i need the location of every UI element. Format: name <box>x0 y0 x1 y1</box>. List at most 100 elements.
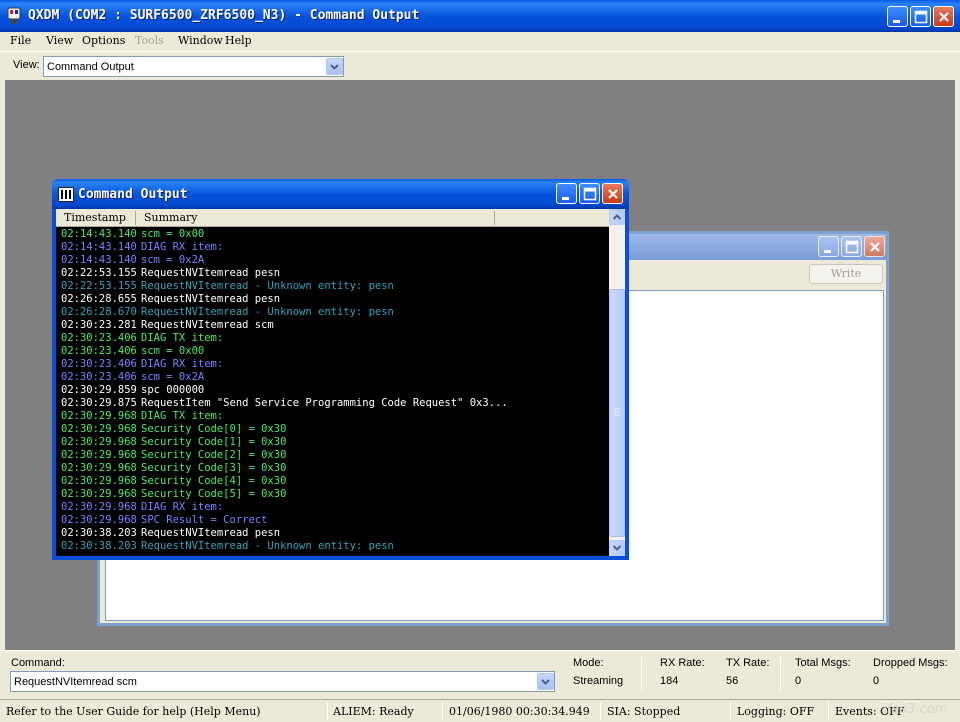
grip-icon <box>614 408 620 416</box>
scroll-thumb[interactable] <box>609 289 625 537</box>
log-summary: RequestNVItemread pesn <box>141 267 281 279</box>
log-timestamp: 02:30:29.968 <box>61 436 137 448</box>
nv-maximize-button[interactable] <box>841 236 862 257</box>
view-select[interactable]: Command Output <box>43 56 344 77</box>
log-summary: DIAG TX item: <box>141 332 224 344</box>
log-summary: RequestNVItemread pesn <box>141 527 281 539</box>
log-summary: DIAG RX item: <box>141 358 224 370</box>
log-row[interactable]: 02:30:29.968 Security Code[5] = 0x30 <box>61 488 286 501</box>
log-summary: scm = 0x2A <box>141 254 205 266</box>
log-row[interactable]: 02:30:29.968 DIAG RX item: <box>61 501 223 514</box>
menu-tools[interactable]: Tools <box>135 34 164 47</box>
title-bar[interactable]: QXDM (COM2 : SURF6500_ZRF6500_N3) - Comm… <box>0 0 960 32</box>
log-timestamp: 02:26:28.670 <box>61 306 137 318</box>
mode-label: Mode: <box>573 657 604 669</box>
command-input-value: RequestNVItemread scm <box>14 676 137 688</box>
log-timestamp: 02:26:28.655 <box>61 293 137 305</box>
log-row[interactable]: 02:22:53.155 RequestNVItemread pesn <box>61 267 280 280</box>
log-row[interactable]: 02:30:29.859 spc 000000 <box>61 384 204 397</box>
log-timestamp: 02:30:23.406 <box>61 345 137 357</box>
close-icon <box>608 189 618 199</box>
watermark: ifeo3.com <box>883 702 948 717</box>
log-timestamp: 02:30:29.968 <box>61 514 137 526</box>
nv-minimize-button[interactable] <box>818 236 839 257</box>
log-row[interactable]: 02:30:29.875 RequestItem "Send Service Pr… <box>61 397 508 410</box>
log-row[interactable]: 02:30:38.203 RequestNVItemread pesn <box>61 527 280 540</box>
write-button[interactable]: Write <box>809 264 883 284</box>
command-output-list[interactable]: Timestamp Summary 02:14:43.140 scm = 0x00… <box>56 209 625 556</box>
log-timestamp: 02:22:53.155 <box>61 267 137 279</box>
log-timestamp: 02:30:29.968 <box>61 423 137 435</box>
command-dropdown-button[interactable] <box>537 673 554 690</box>
log-row[interactable]: 02:30:29.968 Security Code[2] = 0x30 <box>61 449 286 462</box>
menu-file[interactable]: File <box>10 34 31 47</box>
vertical-scrollbar[interactable] <box>609 209 625 556</box>
log-row[interactable]: 02:14:43.140 scm = 0x2A <box>61 254 204 267</box>
view-dropdown-button[interactable] <box>326 58 343 75</box>
log-timestamp: 02:30:29.968 <box>61 501 137 513</box>
maximize-button[interactable] <box>910 6 931 27</box>
total-msgs-label: Total Msgs: <box>795 657 851 669</box>
menu-options[interactable]: Options <box>82 34 125 47</box>
log-row[interactable]: 02:30:23.406 scm = 0x00 <box>61 345 204 358</box>
status-help-text: Refer to the User Guide for help (Help M… <box>6 705 261 718</box>
log-row[interactable]: 02:30:23.406 DIAG RX item: <box>61 358 223 371</box>
minimize-icon <box>893 20 900 23</box>
log-row[interactable]: 02:30:29.968 Security Code[0] = 0x30 <box>61 423 286 436</box>
log-row[interactable]: 02:30:23.281 RequestNVItemread scm <box>61 319 274 332</box>
command-output-icon <box>58 187 74 202</box>
log-timestamp: 02:30:23.406 <box>61 371 137 383</box>
log-row[interactable]: 02:30:29.968 Security Code[3] = 0x30 <box>61 462 286 475</box>
scroll-up-button[interactable] <box>609 209 625 225</box>
command-output-window[interactable]: Command Output Timestamp Summary 02:14:4… <box>52 179 629 560</box>
log-summary: DIAG RX item: <box>141 501 224 513</box>
log-summary: RequestNVItemread scm <box>141 319 274 331</box>
minimize-icon <box>824 250 831 253</box>
log-timestamp: 02:30:23.406 <box>61 332 137 344</box>
nv-close-button[interactable] <box>864 236 885 257</box>
log-summary: Security Code[4] = 0x30 <box>141 475 287 487</box>
column-divider[interactable] <box>494 211 495 225</box>
log-summary: SPC Result = Correct <box>141 514 268 526</box>
chevron-down-icon <box>612 545 622 551</box>
maximize-icon <box>583 187 597 201</box>
column-timestamp[interactable]: Timestamp <box>64 211 126 224</box>
log-timestamp: 02:14:43.140 <box>61 241 137 253</box>
log-row[interactable]: 02:22:53.155 RequestNVItemread - Unknown … <box>61 280 394 293</box>
log-row[interactable]: 02:14:43.140 DIAG RX item: <box>61 241 223 254</box>
cmd-maximize-button[interactable] <box>579 183 600 204</box>
command-output-title-bar[interactable]: Command Output <box>52 179 629 209</box>
window-title: QXDM (COM2 : SURF6500_ZRF6500_N3) - Comm… <box>28 8 420 23</box>
log-row[interactable]: 02:30:29.968 Security Code[4] = 0x30 <box>61 475 286 488</box>
menu-help[interactable]: Help <box>225 34 252 47</box>
log-summary: spc 000000 <box>141 384 205 396</box>
minimize-button[interactable] <box>887 6 908 27</box>
qxdm-app-icon <box>7 7 21 24</box>
log-timestamp: 02:14:43.140 <box>61 228 137 240</box>
menu-window[interactable]: Window <box>178 34 223 47</box>
log-row[interactable]: 02:30:23.406 DIAG TX item: <box>61 332 223 345</box>
dropped-msgs-label: Dropped Msgs: <box>873 657 948 669</box>
column-summary[interactable]: Summary <box>144 211 198 224</box>
menu-view[interactable]: View <box>46 34 73 47</box>
log-summary: scm = 0x2A <box>141 371 205 383</box>
cmd-close-button[interactable] <box>602 183 623 204</box>
status-sia: SIA: Stopped <box>607 705 681 718</box>
scroll-down-button[interactable] <box>609 540 625 556</box>
log-row[interactable]: 02:14:43.140 scm = 0x00 <box>61 228 204 241</box>
view-select-value: Command Output <box>47 61 134 73</box>
log-row[interactable]: 02:30:29.968 Security Code[1] = 0x30 <box>61 436 286 449</box>
log-row[interactable]: 02:30:29.968 DIAG TX item: <box>61 410 223 423</box>
log-row[interactable]: 02:26:28.670 RequestNVItemread - Unknown … <box>61 306 394 319</box>
log-row[interactable]: 02:30:23.406 scm = 0x2A <box>61 371 204 384</box>
column-divider[interactable] <box>135 211 136 225</box>
log-row[interactable]: 02:30:38.203 RequestNVItemread - Unknown … <box>61 540 394 553</box>
cmd-minimize-button[interactable] <box>556 183 577 204</box>
log-row[interactable]: 02:30:29.968 SPC Result = Correct <box>61 514 267 527</box>
log-row[interactable]: 02:26:28.655 RequestNVItemread pesn <box>61 293 280 306</box>
log-summary: RequestNVItemread - Unknown entity: pesn <box>141 280 394 292</box>
view-label: View: <box>13 59 40 71</box>
log-rows: 02:14:43.140 scm = 0x00 02:14:43.140 DIAG R… <box>56 228 609 556</box>
command-input[interactable]: RequestNVItemread scm <box>10 671 555 692</box>
close-button[interactable] <box>933 6 954 27</box>
